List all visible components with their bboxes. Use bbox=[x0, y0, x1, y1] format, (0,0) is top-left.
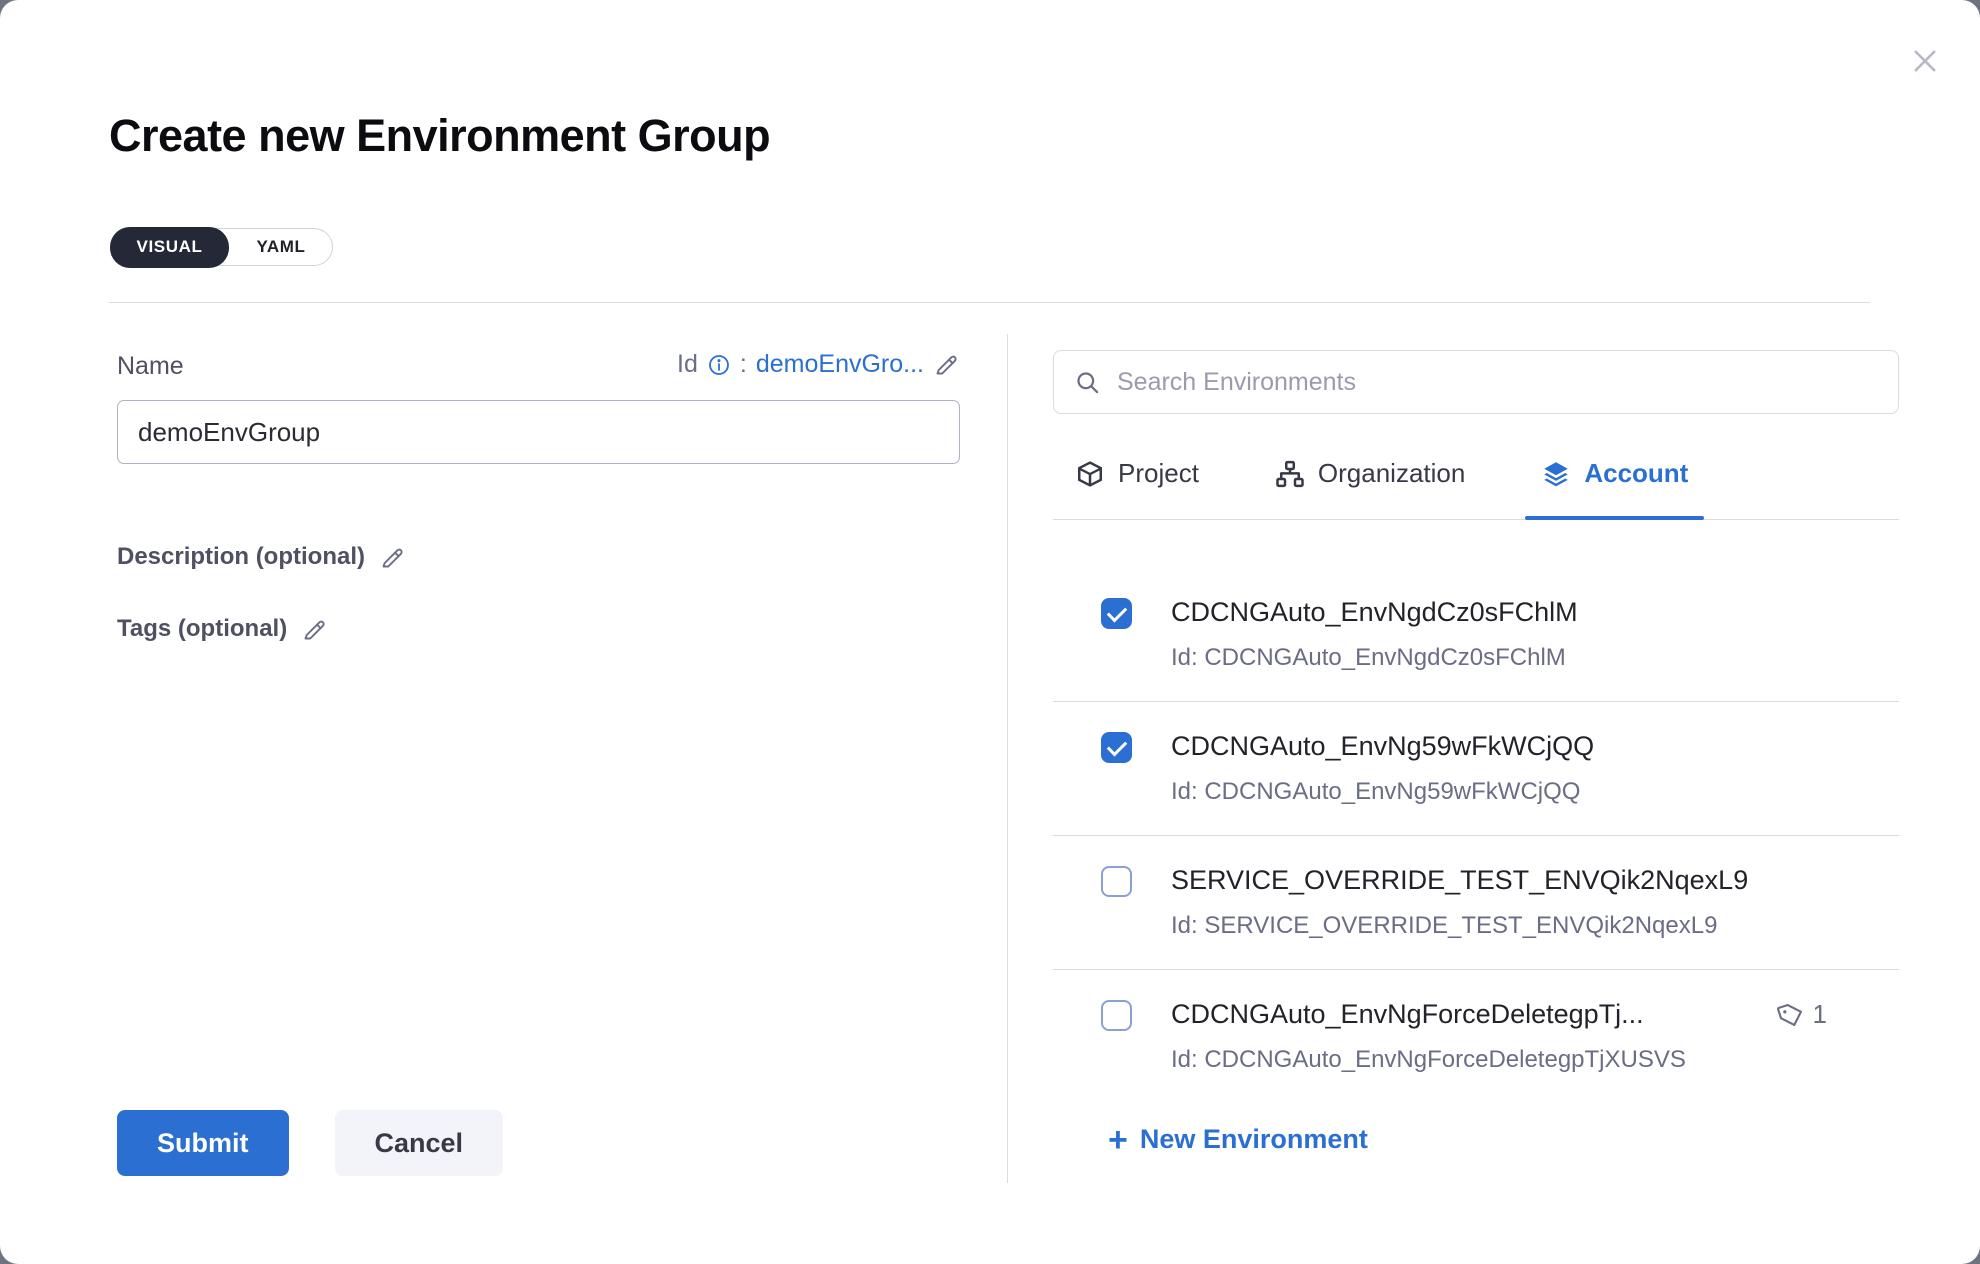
tag-icon bbox=[1773, 997, 1808, 1032]
env-name: CDCNGAuto_EnvNg59wFkWCjQQ bbox=[1171, 729, 1594, 763]
env-name: CDCNGAuto_EnvNgForceDeletegpTj... bbox=[1171, 997, 1686, 1031]
org-icon bbox=[1275, 459, 1305, 489]
tab-project[interactable]: Project bbox=[1069, 446, 1205, 519]
edit-tags-pencil-icon[interactable] bbox=[301, 616, 328, 643]
description-label: Description (optional) bbox=[117, 543, 365, 571]
description-row: Description (optional) bbox=[117, 543, 406, 571]
toggle-visual[interactable]: VISUAL bbox=[110, 227, 230, 268]
env-name: SERVICE_OVERRIDE_TEST_ENVQik2NqexL9 bbox=[1171, 863, 1748, 897]
edit-description-pencil-icon[interactable] bbox=[379, 544, 406, 571]
plus-icon: + bbox=[1108, 1126, 1128, 1154]
cube-icon bbox=[1075, 459, 1105, 489]
tab-label: Account bbox=[1584, 458, 1688, 489]
close-icon[interactable] bbox=[1906, 42, 1944, 80]
environment-search bbox=[1053, 350, 1899, 414]
tab-label: Organization bbox=[1318, 458, 1465, 489]
search-icon bbox=[1074, 369, 1101, 396]
env-list: CDCNGAuto_EnvNgdCz0sFChlM Id: CDCNGAuto_… bbox=[1053, 520, 1899, 1072]
env-row[interactable]: SERVICE_OVERRIDE_TEST_ENVQik2NqexL9 Id: … bbox=[1053, 836, 1899, 970]
toggle-yaml[interactable]: YAML bbox=[229, 228, 332, 266]
tab-organization[interactable]: Organization bbox=[1269, 446, 1471, 519]
panel-divider bbox=[1007, 334, 1008, 1183]
environments-panel: Project Organization Account CDCNGAuto_E… bbox=[1053, 350, 1899, 1156]
tab-account[interactable]: Account bbox=[1535, 446, 1694, 519]
create-environment-group-modal: Create new Environment Group VISUAL YAML… bbox=[0, 0, 1980, 1264]
env-id: Id: SERVICE_OVERRIDE_TEST_ENVQik2NqexL9 bbox=[1171, 911, 1748, 941]
id-separator: : bbox=[740, 350, 747, 379]
tags-label: Tags (optional) bbox=[117, 615, 287, 643]
env-checkbox[interactable] bbox=[1101, 732, 1132, 763]
page-title: Create new Environment Group bbox=[109, 110, 770, 162]
form-actions: Submit Cancel bbox=[117, 1110, 503, 1176]
env-checkbox[interactable] bbox=[1101, 1000, 1132, 1031]
name-input[interactable] bbox=[117, 400, 960, 464]
submit-button[interactable]: Submit bbox=[117, 1110, 289, 1176]
layers-icon bbox=[1541, 459, 1571, 489]
env-row[interactable]: CDCNGAuto_EnvNgForceDeletegpTj... Id: CD… bbox=[1053, 970, 1899, 1072]
tab-label: Project bbox=[1118, 458, 1199, 489]
tag-count: 1 bbox=[1813, 999, 1827, 1030]
edit-id-pencil-icon[interactable] bbox=[933, 351, 960, 378]
id-value-link[interactable]: demoEnvGro... bbox=[756, 350, 924, 379]
id-label: Id bbox=[677, 350, 698, 379]
env-name: CDCNGAuto_EnvNgdCz0sFChlM bbox=[1171, 595, 1578, 629]
env-id: Id: CDCNGAuto_EnvNg59wFkWCjQQ bbox=[1171, 777, 1594, 807]
visual-yaml-toggle: VISUAL YAML bbox=[110, 228, 333, 266]
env-row[interactable]: CDCNGAuto_EnvNg59wFkWCjQQ Id: CDCNGAuto_… bbox=[1053, 702, 1899, 836]
env-id: Id: CDCNGAuto_EnvNgdCz0sFChlM bbox=[1171, 643, 1578, 673]
env-tabs: Project Organization Account bbox=[1053, 446, 1899, 520]
info-icon[interactable] bbox=[707, 353, 731, 377]
search-input[interactable] bbox=[1117, 368, 1878, 397]
new-environment-label: New Environment bbox=[1140, 1124, 1368, 1155]
env-tag-badge: 1 bbox=[1777, 999, 1827, 1030]
env-checkbox[interactable] bbox=[1101, 866, 1132, 897]
env-checkbox[interactable] bbox=[1101, 598, 1132, 629]
cancel-button[interactable]: Cancel bbox=[335, 1110, 504, 1176]
header-divider bbox=[109, 302, 1870, 303]
env-row[interactable]: CDCNGAuto_EnvNgdCz0sFChlM Id: CDCNGAuto_… bbox=[1053, 568, 1899, 702]
name-label: Name bbox=[117, 352, 184, 381]
id-row: Id : demoEnvGro... bbox=[677, 350, 960, 379]
tags-row: Tags (optional) bbox=[117, 615, 328, 643]
new-environment-button[interactable]: + New Environment bbox=[1108, 1124, 1368, 1155]
env-id: Id: CDCNGAuto_EnvNgForceDeletegpTjXUSVS bbox=[1171, 1045, 1686, 1072]
